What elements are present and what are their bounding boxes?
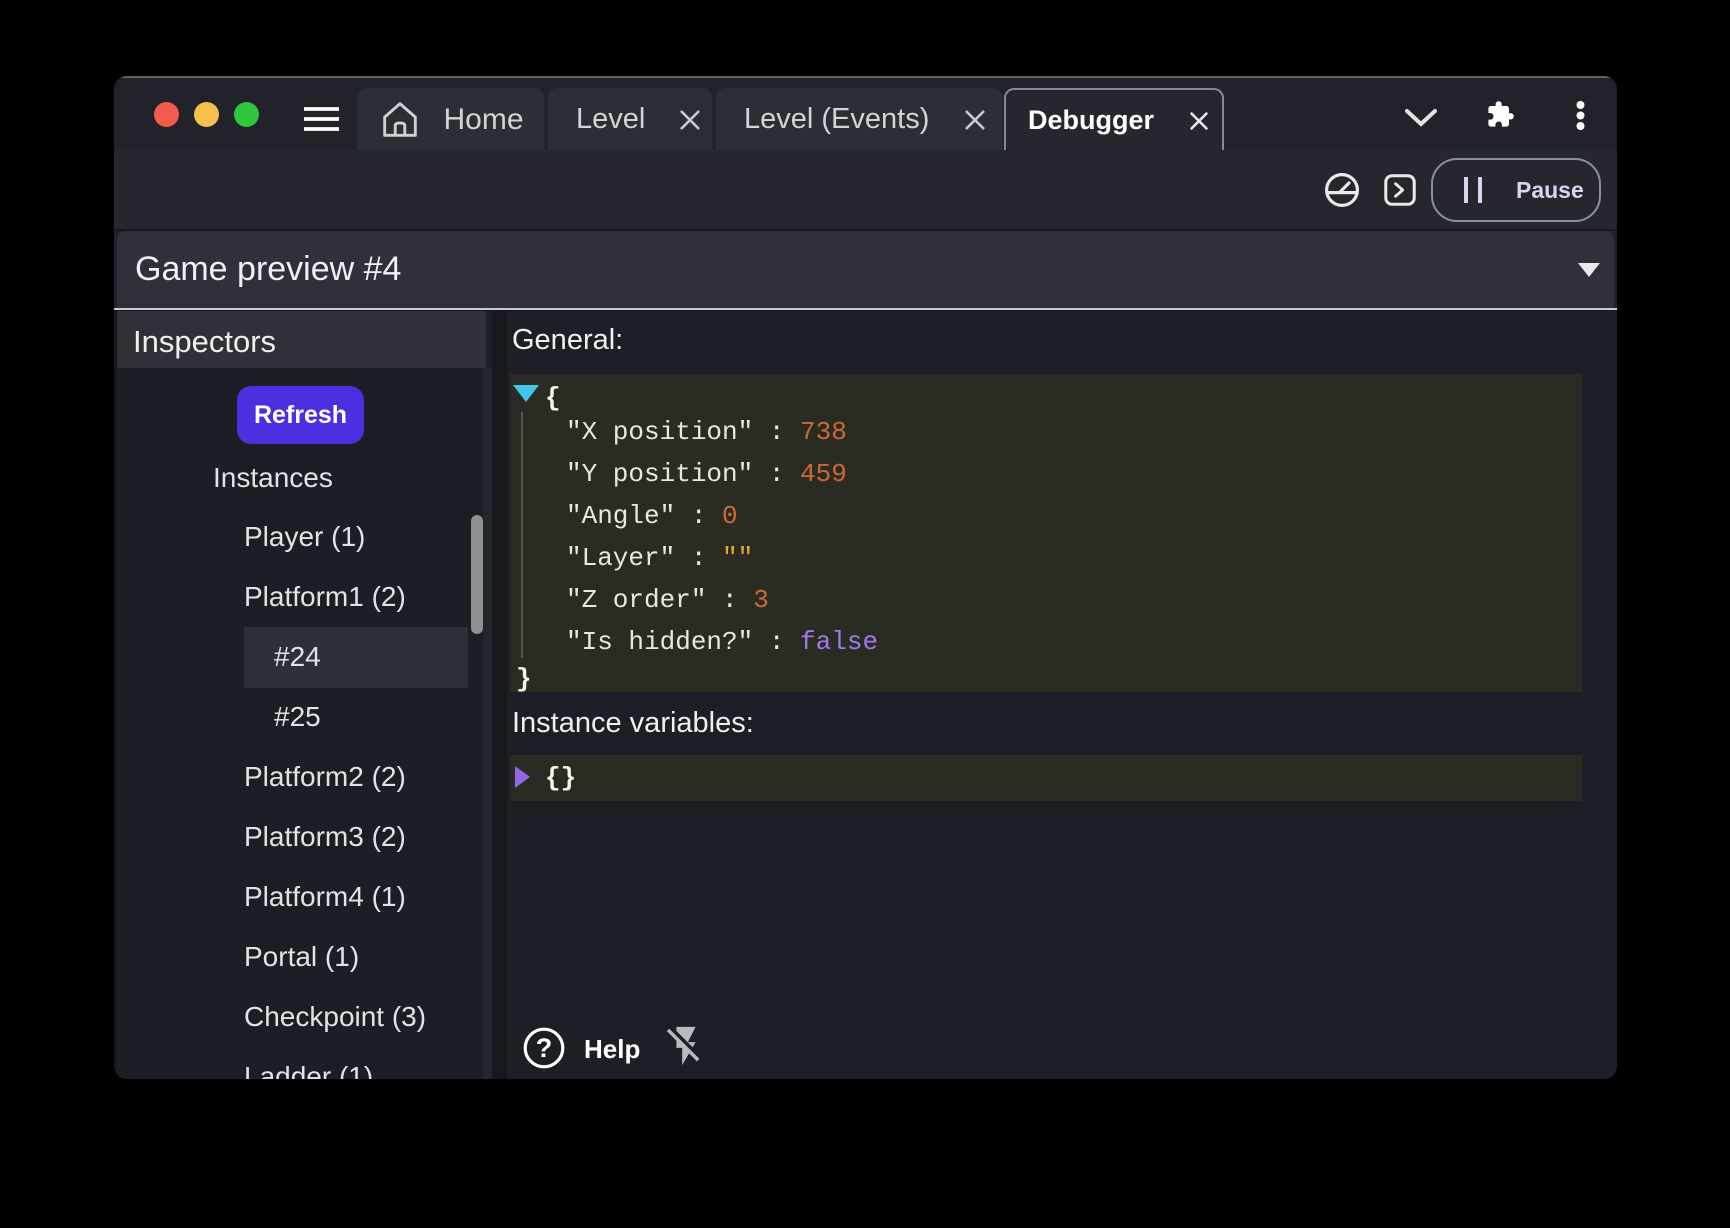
svg-text:?: ? [536,1033,553,1063]
